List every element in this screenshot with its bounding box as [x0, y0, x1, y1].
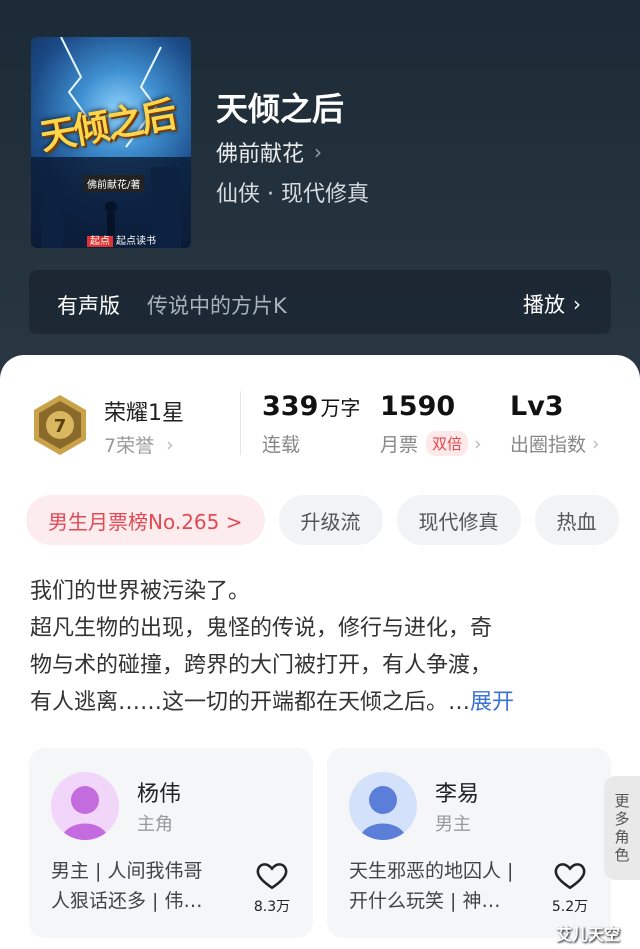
double-badge: 双倍	[426, 431, 469, 456]
character-card[interactable]: 杨伟 主角 男主 | 人间我伟哥 人狠话还多 | 伟… 8.3万	[29, 748, 313, 938]
tag-chip[interactable]: 热血	[534, 495, 619, 545]
character-name: 李易	[435, 782, 480, 807]
more-roles-char: 多	[614, 810, 630, 828]
medal-number: 7	[54, 416, 67, 437]
book-header: 天倾之后 佛前献花/著 起点 起点读书 天倾之后 佛前献花 › 仙侠 · 现代修真…	[0, 0, 640, 400]
play-button[interactable]: 播放 ›	[523, 289, 581, 319]
audio-title: 传说中的方片K	[147, 294, 287, 318]
character-card[interactable]: 李易 男主 天生邪恶的地囚人 | 开什么玩笑 | 神… 5.2万	[327, 748, 611, 938]
book-cover[interactable]: 天倾之后 佛前献花/著 起点 起点读书	[31, 37, 191, 248]
genre-label: 仙侠 · 现代修真	[216, 182, 369, 207]
popularity-stat[interactable]: Lv3 出圈指数 ›	[510, 391, 600, 457]
audio-version-bar[interactable]: 有声版 传说中的方片K 播放 ›	[29, 270, 611, 334]
character-name: 杨伟	[137, 782, 182, 807]
desc-line: 超凡生物的出现，鬼怪的传说，修行与进化，奇	[30, 616, 493, 641]
avatar-silhouette	[51, 772, 119, 840]
like-count: 8.3万	[253, 899, 291, 915]
author-name: 佛前献花	[216, 142, 305, 167]
chevron-right-icon: ›	[573, 292, 581, 316]
book-detail-sheet: 7 荣耀1星 7荣誉 › 339 万字 连载 1590 月票 双倍 › Lv3 出…	[0, 355, 640, 949]
chevron-right-icon: ›	[474, 432, 482, 455]
book-title: 天倾之后	[216, 90, 345, 128]
monthly-ticket-stat[interactable]: 1590 月票 双倍 ›	[380, 391, 482, 457]
tag-chip[interactable]: 现代修真	[396, 495, 521, 545]
divider	[240, 391, 241, 455]
cover-publisher: 起点 起点读书	[87, 232, 156, 247]
level-label: 出圈指数	[510, 434, 587, 456]
heart-icon[interactable]	[553, 858, 587, 892]
word-unit: 万字	[320, 396, 361, 420]
ticket-label: 月票	[380, 434, 419, 456]
honor-link[interactable]: 7荣誉 ›	[104, 431, 174, 458]
character-role: 主角	[137, 814, 173, 835]
chevron-right-icon: ›	[314, 140, 323, 164]
watermark: 艾儿天空	[556, 925, 621, 944]
audio-label: 有声版	[57, 294, 120, 318]
play-label: 播放	[523, 293, 565, 317]
desc-line: 有人逃离……这一切的开端都在天倾之后。…	[30, 690, 471, 715]
desc-line: 人狠话还多 | 伟…	[51, 890, 203, 912]
character-cards: 杨伟 主角 男主 | 人间我伟哥 人狠话还多 | 伟… 8.3万 李易 男主 天…	[29, 748, 611, 938]
desc-line: 我们的世界被污染了。	[30, 579, 251, 604]
serial-status: 连载	[262, 434, 301, 456]
tag-chip[interactable]: 升级流	[278, 495, 383, 545]
publisher-mark: 起点	[87, 236, 113, 247]
level-value: Lv3	[510, 391, 564, 422]
rank-tag[interactable]: 男生月票榜No.265 >	[26, 495, 265, 545]
honor-count: 7荣誉	[104, 435, 155, 457]
character-desc: 男主 | 人间我伟哥 人狠话还多 | 伟…	[51, 856, 237, 916]
more-roles-char: 角	[614, 828, 630, 846]
desc-line: 男主 | 人间我伟哥	[51, 860, 203, 882]
character-role: 男主	[435, 814, 471, 835]
more-roles-char: 更	[614, 792, 630, 810]
chevron-right-icon: ›	[166, 433, 174, 456]
honor-title: 荣耀1星	[104, 401, 184, 426]
more-roles-char: 色	[614, 846, 630, 864]
ticket-count: 1590	[380, 391, 456, 422]
desc-line: 物与术的碰撞，跨界的大门被打开，有人争渡，	[30, 653, 493, 678]
cover-author: 佛前献花/著	[83, 175, 145, 192]
avatar	[51, 772, 119, 840]
avatar	[349, 772, 417, 840]
character-desc: 天生邪恶的地囚人 | 开什么玩笑 | 神…	[349, 856, 535, 916]
like-count: 5.2万	[551, 899, 589, 915]
desc-line: 开什么玩笑 | 神…	[349, 890, 501, 912]
tag-row: 男生月票榜No.265 > 升级流 现代修真 热血	[26, 495, 619, 545]
word-count: 339	[262, 391, 319, 422]
more-characters-button[interactable]: 更 多 角 色	[604, 776, 640, 880]
chevron-right-icon: ›	[592, 432, 600, 455]
expand-link[interactable]: 展开	[470, 690, 514, 715]
desc-line: 天生邪恶的地囚人 |	[349, 860, 514, 882]
publisher-text: 起点读书	[116, 236, 156, 247]
author-link[interactable]: 佛前献花 ›	[216, 136, 322, 168]
heart-icon[interactable]	[255, 858, 289, 892]
avatar-silhouette	[349, 772, 417, 840]
book-description[interactable]: 我们的世界被污染了。 超凡生物的出现，鬼怪的传说，修行与进化，奇 物与术的碰撞，…	[30, 573, 610, 721]
medal-icon[interactable]: 7	[30, 393, 90, 457]
word-count-stat: 339 万字 连载	[262, 391, 360, 457]
